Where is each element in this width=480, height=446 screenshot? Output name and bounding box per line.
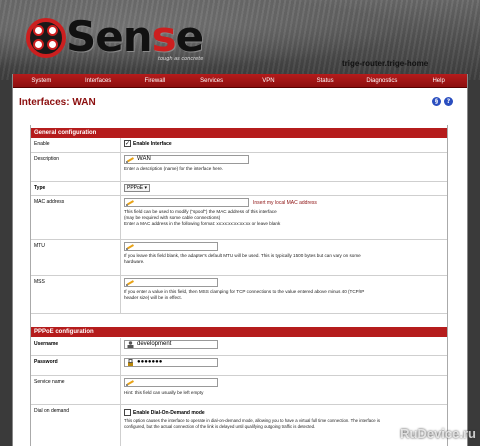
page-icons: § ? — [432, 97, 453, 106]
watermark: RuDevice.ru — [400, 426, 476, 441]
enable-label: Enable — [34, 141, 50, 147]
mtu-input[interactable] — [124, 242, 218, 251]
password-label: Password — [34, 359, 58, 365]
logo-wordmark: Sense — [66, 12, 204, 61]
top-nav: System Interfaces Firewall Services VPN … — [13, 74, 467, 88]
nav-help[interactable]: Help — [410, 78, 467, 84]
nav-diagnostics[interactable]: Diagnostics — [354, 78, 411, 84]
hostname: trige-router.trige-home — [342, 59, 429, 68]
description-hint: Enter a description (name) for the inter… — [124, 166, 224, 171]
general-config-header: General configuration — [31, 128, 447, 138]
row-mac: MAC address Insert my local MAC address … — [31, 196, 447, 240]
edit-pencil-icon — [126, 280, 134, 286]
service-name-label: Service name — [34, 379, 65, 385]
interface-form: General configuration Enable ✓ Enable Int… — [30, 125, 448, 446]
service-name-hint: Hint: this field can usually be left emp… — [124, 390, 204, 395]
row-mtu: MTU If you leave this field blank, the a… — [31, 240, 447, 276]
page-title: Interfaces: WAN — [19, 97, 96, 108]
username-label: Username — [34, 341, 59, 347]
mac-input[interactable] — [124, 198, 249, 207]
type-label: Type — [34, 185, 46, 191]
nav-firewall[interactable]: Firewall — [127, 78, 184, 84]
description-input[interactable]: WAN — [124, 155, 249, 164]
service-name-input[interactable] — [124, 378, 218, 387]
row-password: Password ●●●●●●● — [31, 356, 447, 376]
status-icon[interactable]: § — [432, 97, 441, 106]
dial-on-demand-checkbox-label: Enable Dial-On-Demand mode — [133, 409, 205, 416]
type-select[interactable]: PPPoE ▾ — [124, 184, 151, 192]
lock-icon — [128, 359, 133, 366]
nav-services[interactable]: Services — [183, 78, 240, 84]
user-icon — [127, 341, 134, 348]
logo-gear-icon — [26, 18, 66, 58]
dial-on-demand-hint-2: configured, but the actual connection of… — [124, 424, 316, 429]
mtu-hint-2: hardware. — [124, 259, 145, 264]
row-dial-on-demand: Dial on demand Enable Dial-On-Demand mod… — [31, 405, 447, 446]
row-service-name: Service name Hint: this field can usuall… — [31, 376, 447, 405]
username-input[interactable]: development — [124, 340, 218, 349]
mac-hint-3: Enter a MAC address in the following for… — [124, 221, 281, 226]
mss-hint-2: header size) will be in effect. — [124, 295, 182, 300]
nav-interfaces[interactable]: Interfaces — [70, 78, 127, 84]
row-enable: Enable ✓ Enable Interface — [31, 138, 447, 153]
dial-on-demand-label: Dial on demand — [34, 408, 70, 414]
edit-pencil-icon — [126, 157, 134, 163]
main-container: System Interfaces Firewall Services VPN … — [12, 74, 468, 446]
enable-checkbox[interactable]: ✓ — [124, 140, 131, 147]
pppoe-config-header: PPPoE configuration — [31, 327, 447, 337]
mss-input[interactable] — [124, 278, 218, 287]
nav-status[interactable]: Status — [297, 78, 354, 84]
dial-on-demand-checkbox[interactable] — [124, 409, 131, 416]
mss-label: MSS — [34, 279, 45, 285]
password-input[interactable]: ●●●●●●● — [124, 358, 218, 367]
row-type: Type PPPoE ▾ — [31, 182, 447, 196]
row-description: Description WAN Enter a description (nam… — [31, 153, 447, 182]
nav-system[interactable]: System — [13, 78, 70, 84]
description-label: Description — [34, 156, 60, 162]
enable-checkbox-label: Enable Interface — [133, 140, 172, 147]
tagline: tough as concrete — [158, 56, 204, 62]
nav-vpn[interactable]: VPN — [240, 78, 297, 84]
edit-pencil-icon — [126, 200, 134, 206]
help-icon[interactable]: ? — [444, 97, 453, 106]
edit-pencil-icon — [126, 380, 134, 386]
row-mss: MSS If you enter a value in this field, … — [31, 276, 447, 314]
insert-mac-link[interactable]: Insert my local MAC address — [253, 200, 317, 206]
edit-pencil-icon — [126, 244, 134, 250]
mtu-label: MTU — [34, 243, 45, 249]
row-username: Username development — [31, 338, 447, 356]
mac-label: MAC address — [34, 199, 65, 205]
